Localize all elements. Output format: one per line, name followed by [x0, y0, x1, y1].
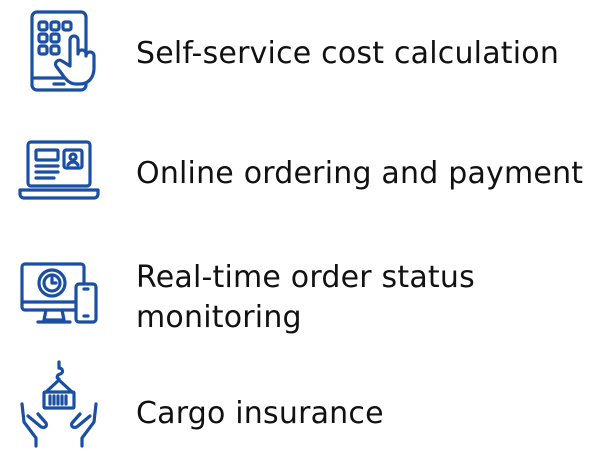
feature-label-line: Real-time order status — [136, 260, 475, 295]
feature-label-line: Online ordering and payment — [136, 156, 584, 191]
feature-label: Self-service cost calculation — [136, 34, 559, 74]
feature-item-status-monitoring: Real-time order status monitoring — [0, 236, 614, 346]
feature-label-line: Cargo insurance — [136, 396, 384, 431]
feature-label: Real-time order status monitoring — [136, 258, 475, 338]
feature-list: Self-service cost calculation Online ord… — [0, 0, 614, 452]
monitor-clock-phone-icon — [14, 250, 104, 340]
feature-item-cargo-insurance: Cargo insurance — [0, 356, 614, 452]
feature-item-cost-calculation: Self-service cost calculation — [0, 4, 614, 98]
feature-item-online-ordering: Online ordering and payment — [0, 118, 614, 218]
laptop-profile-icon — [14, 128, 104, 218]
feature-label: Online ordering and payment — [136, 154, 583, 194]
hands-cargo-icon — [14, 358, 104, 448]
tablet-touch-icon — [14, 6, 104, 96]
feature-label-line: monitoring — [136, 300, 302, 335]
feature-label-line: Self-service cost calculation — [136, 36, 560, 71]
feature-label: Cargo insurance — [136, 394, 384, 434]
